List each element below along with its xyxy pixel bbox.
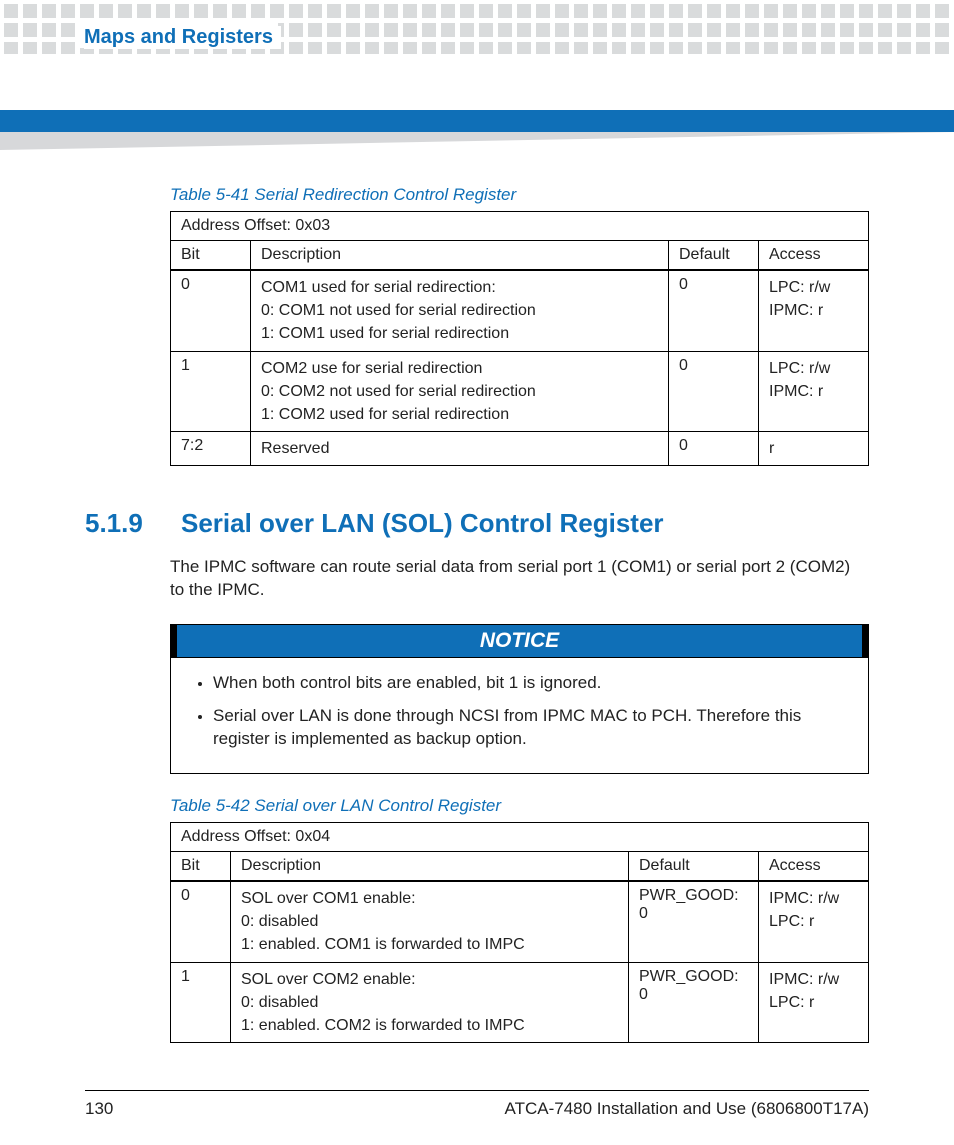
notice-item: Serial over LAN is done through NCSI fro… xyxy=(213,705,846,751)
page-number: 130 xyxy=(85,1099,113,1119)
cell-desc: COM2 use for serial redirection0: COM2 n… xyxy=(251,351,669,432)
cell-access: LPC: r/wIPMC: r xyxy=(759,351,869,432)
cell-default: 0 xyxy=(669,432,759,466)
table2-h-bit: Bit xyxy=(171,852,231,882)
notice-label: NOTICE xyxy=(171,625,868,658)
table1-caption: Table 5-41 Serial Redirection Control Re… xyxy=(170,185,869,205)
header-blue-bar xyxy=(0,110,954,132)
section-title: Serial over LAN (SOL) Control Register xyxy=(181,508,664,539)
cell-access: IPMC: r/wLPC: r xyxy=(759,962,869,1043)
cell-default: 0 xyxy=(669,270,759,351)
table1-h-acc: Access xyxy=(759,241,869,271)
cell-bit: 0 xyxy=(171,881,231,962)
table-row: 7:2Reserved0r xyxy=(171,432,869,466)
section-number: 5.1.9 xyxy=(85,508,155,539)
cell-bit: 1 xyxy=(171,351,251,432)
section-body: The IPMC software can route serial data … xyxy=(170,556,869,602)
header-triangle xyxy=(0,132,954,150)
section-header: 5.1.9 Serial over LAN (SOL) Control Regi… xyxy=(85,508,869,539)
cell-desc: SOL over COM1 enable:0: disabled1: enabl… xyxy=(231,881,629,962)
table2-h-def: Default xyxy=(629,852,759,882)
cell-access: LPC: r/wIPMC: r xyxy=(759,270,869,351)
table2-body: 0SOL over COM1 enable:0: disabled1: enab… xyxy=(171,881,869,1043)
cell-access: r xyxy=(759,432,869,466)
cell-desc: Reserved xyxy=(251,432,669,466)
table2-h-acc: Access xyxy=(759,852,869,882)
notice-body: When both control bits are enabled, bit … xyxy=(171,658,868,773)
cell-bit: 0 xyxy=(171,270,251,351)
doc-id: ATCA-7480 Installation and Use (6806800T… xyxy=(505,1099,869,1119)
table1-body: 0COM1 used for serial redirection:0: COM… xyxy=(171,270,869,466)
table-row: 0SOL over COM1 enable:0: disabled1: enab… xyxy=(171,881,869,962)
table2-offset: Address Offset: 0x04 xyxy=(171,823,869,852)
notice-item: When both control bits are enabled, bit … xyxy=(213,672,846,695)
notice-box: NOTICE When both control bits are enable… xyxy=(170,624,869,774)
cell-default: 0 xyxy=(669,351,759,432)
table-row: 1COM2 use for serial redirection0: COM2 … xyxy=(171,351,869,432)
table2-h-desc: Description xyxy=(231,852,629,882)
table1-h-desc: Description xyxy=(251,241,669,271)
table-row: 1SOL over COM2 enable:0: disabled1: enab… xyxy=(171,962,869,1043)
cell-bit: 1 xyxy=(171,962,231,1043)
cell-default: PWR_GOOD: 0 xyxy=(629,881,759,962)
table2-caption: Table 5-42 Serial over LAN Control Regis… xyxy=(170,796,869,816)
table1-h-bit: Bit xyxy=(171,241,251,271)
table2: Address Offset: 0x04 Bit Description Def… xyxy=(170,822,869,1043)
cell-desc: SOL over COM2 enable:0: disabled1: enabl… xyxy=(231,962,629,1043)
table1-offset: Address Offset: 0x03 xyxy=(171,212,869,241)
table1: Address Offset: 0x03 Bit Description Def… xyxy=(170,211,869,466)
cell-desc: COM1 used for serial redirection:0: COM1… xyxy=(251,270,669,351)
cell-bit: 7:2 xyxy=(171,432,251,466)
cell-access: IPMC: r/wLPC: r xyxy=(759,881,869,962)
table-row: 0COM1 used for serial redirection:0: COM… xyxy=(171,270,869,351)
footer-rule xyxy=(85,1090,869,1091)
page-content: Table 5-41 Serial Redirection Control Re… xyxy=(85,185,869,1043)
cell-default: PWR_GOOD: 0 xyxy=(629,962,759,1043)
page-footer: 130 ATCA-7480 Installation and Use (6806… xyxy=(85,1099,869,1119)
notice-list: When both control bits are enabled, bit … xyxy=(193,672,846,751)
table1-h-def: Default xyxy=(669,241,759,271)
chapter-title: Maps and Registers xyxy=(84,26,281,49)
